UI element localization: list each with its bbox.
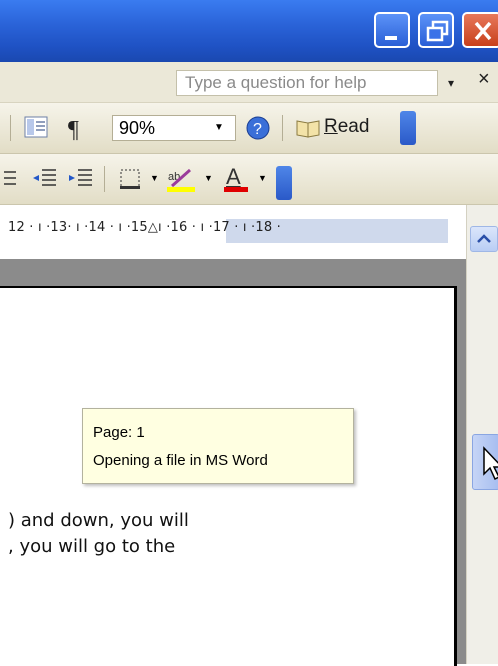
minimize-button[interactable]: [374, 12, 410, 48]
svg-text:?: ?: [253, 121, 262, 138]
minimize-icon: [385, 36, 397, 40]
toolbar-separator: [10, 115, 11, 141]
chevron-up-icon: [477, 234, 491, 243]
tooltip-page: Page: 1: [93, 424, 145, 441]
document-map-icon[interactable]: [22, 113, 52, 143]
formatting-toolbar: ▼ ab ▼ A ▼: [0, 154, 498, 205]
restore-button[interactable]: [418, 12, 454, 48]
borders-dropdown-icon[interactable]: ▼: [150, 173, 159, 183]
close-document-icon[interactable]: ×: [478, 68, 490, 91]
mouse-pointer-icon: [483, 446, 498, 481]
svg-text:A: A: [226, 164, 241, 189]
toolbar-separator: [282, 115, 283, 141]
horizontal-ruler: 12 · ı ·13· ı ·14 · ı ·15△ı ·16 · ı ·17 …: [0, 205, 466, 260]
font-color-icon[interactable]: A: [220, 164, 252, 194]
font-color-dropdown-icon[interactable]: ▼: [258, 173, 267, 183]
tooltip-title: Opening a file in MS Word: [93, 452, 268, 469]
highlight-dropdown-icon[interactable]: ▼: [204, 173, 213, 183]
help-dropdown-arrow-icon[interactable]: ▾: [448, 76, 454, 90]
bullets-icon[interactable]: [0, 164, 20, 194]
read-button[interactable]: Read: [324, 116, 369, 138]
borders-icon[interactable]: [116, 164, 146, 194]
title-bar: [0, 0, 498, 62]
scroll-position-tooltip: Page: 1 Opening a file in MS Word: [82, 408, 354, 484]
read-book-icon[interactable]: [294, 113, 324, 143]
scroll-up-button[interactable]: [470, 226, 498, 252]
toolbar-separator: [104, 166, 105, 192]
close-icon: [474, 21, 492, 41]
restore-icon: [426, 20, 449, 42]
increase-indent-icon[interactable]: [66, 164, 96, 194]
help-icon[interactable]: ?: [244, 113, 274, 143]
svg-text:¶: ¶: [68, 117, 79, 143]
decrease-indent-icon[interactable]: [30, 164, 60, 194]
zoom-dropdown-icon[interactable]: ▼: [214, 122, 224, 133]
ruler-ticks: 12 · ı ·13· ı ·14 · ı ·15△ı ·16 · ı ·17 …: [8, 220, 281, 235]
show-hide-formatting-icon[interactable]: ¶: [62, 113, 102, 143]
toolbar-options-chevron[interactable]: [400, 111, 416, 145]
formatting-toolbar-chevron[interactable]: [276, 166, 292, 200]
document-body-text: ) and down, you will , you will go to th…: [8, 510, 189, 557]
help-search-input[interactable]: Type a question for help: [176, 70, 438, 96]
standard-toolbar: ¶ 90% ▼ ? Read: [0, 103, 498, 154]
menu-help-row: Type a question for help ▾ ×: [0, 62, 498, 103]
highlight-icon[interactable]: ab: [164, 164, 200, 194]
close-window-button[interactable]: [462, 12, 498, 48]
